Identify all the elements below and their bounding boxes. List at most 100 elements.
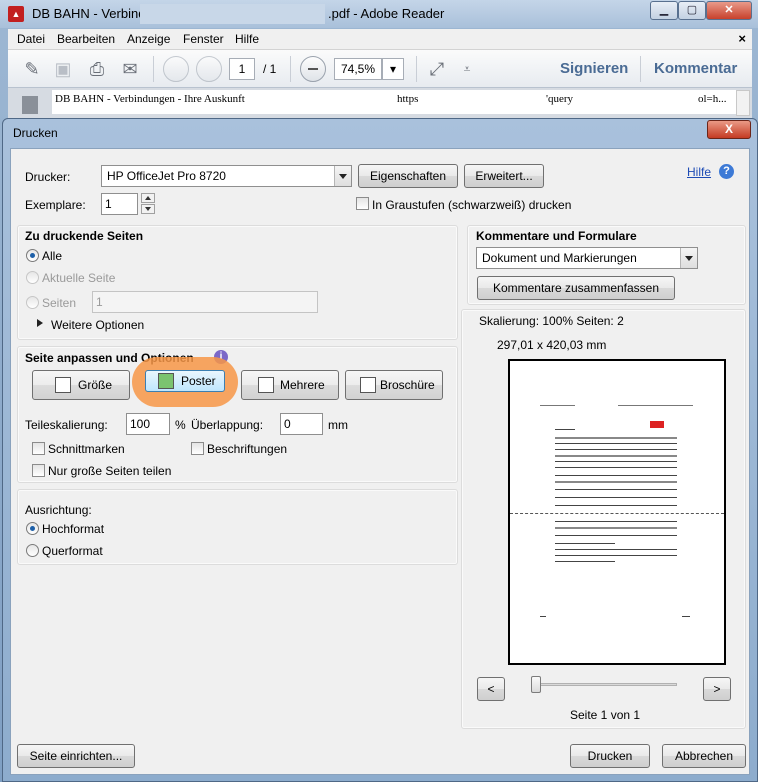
grayscale-label: In Graustufen (schwarzweiß) drucken	[372, 198, 572, 212]
zoom-dropdown-icon[interactable]: ▾	[382, 58, 404, 80]
comments-select[interactable]: Dokument und Markierungen	[476, 247, 698, 269]
expand-triangle-icon[interactable]	[37, 319, 43, 327]
current-page-radio[interactable]	[26, 271, 39, 284]
large-pages-checkbox[interactable]	[32, 464, 45, 477]
preview-line	[555, 521, 677, 522]
multiple-mode-button[interactable]: Mehrere	[241, 370, 339, 400]
summarize-comments-button[interactable]: Kommentare zusammenfassen	[477, 276, 675, 300]
copies-input[interactable]: 1	[101, 193, 138, 215]
properties-button[interactable]: Eigenschaften	[358, 164, 458, 188]
sign-button[interactable]: Signieren	[560, 60, 628, 77]
print-dialog: Drucken X Drucker: HP OfficeJet Pro 8720…	[2, 118, 758, 782]
tile-scale-input[interactable]: 100	[126, 413, 170, 435]
preview-page	[508, 359, 726, 665]
poster-cut-line	[510, 513, 724, 514]
page-range-radio[interactable]	[26, 296, 39, 309]
preview-page-info: Seite 1 von 1	[570, 708, 641, 722]
chevron-down-icon	[334, 166, 351, 186]
menu-bearbeiten[interactable]: Bearbeiten	[57, 32, 115, 46]
pdf-icon: ▲	[8, 6, 24, 22]
copies-down-icon[interactable]	[141, 204, 155, 214]
cancel-button[interactable]: Abbrechen	[662, 744, 746, 768]
poster-mode-button[interactable]: Poster	[145, 370, 225, 392]
preview-line	[555, 449, 677, 450]
toolbar-separator	[416, 56, 417, 82]
page-down-icon[interactable]	[196, 56, 222, 82]
preview-line	[555, 543, 615, 544]
labels-checkbox[interactable]	[191, 442, 204, 455]
booklet-mode-button[interactable]: Broschüre	[345, 370, 443, 400]
menu-datei[interactable]: Datei	[17, 32, 45, 46]
preview-line	[555, 429, 575, 430]
email-icon[interactable]: ✉	[118, 57, 142, 81]
copies-up-icon[interactable]	[141, 193, 155, 203]
preview-line	[555, 549, 677, 550]
toolbar: ✎ ▣ ⎙ ✉ 1 / 1 74,5% ▾ ⤢ ⩡ Signieren Komm…	[8, 50, 752, 88]
maximize-button[interactable]: ▢	[678, 1, 706, 20]
redacted-area	[140, 4, 325, 24]
db-logo	[650, 421, 664, 428]
help-link[interactable]: Hilfe	[687, 165, 711, 179]
multiple-icon	[258, 377, 274, 393]
menu-fenster[interactable]: Fenster	[183, 32, 224, 46]
document-close-icon[interactable]: ×	[738, 31, 746, 46]
window-close-button[interactable]: ✕	[706, 1, 752, 20]
labels-label: Beschriftungen	[207, 442, 288, 456]
print-icon[interactable]: ⎙	[85, 57, 109, 81]
preview-line	[540, 616, 546, 617]
comment-button[interactable]: Kommentar	[654, 60, 737, 77]
cut-marks-checkbox[interactable]	[32, 442, 45, 455]
copies-label: Exemplare:	[25, 198, 86, 212]
document-page: DB BAHN - Verbindungen - Ihre Auskunft h…	[52, 90, 738, 114]
preview-line	[555, 555, 677, 556]
grayscale-checkbox[interactable]	[356, 197, 369, 210]
printer-select[interactable]: HP OfficeJet Pro 8720	[101, 165, 352, 187]
doc-header-middle: https	[397, 93, 419, 105]
zoom-out-icon[interactable]	[300, 56, 326, 82]
zoom-input[interactable]: 74,5%	[334, 58, 382, 80]
size-mode-button[interactable]: Größe	[32, 370, 130, 400]
page-number-input[interactable]: 1	[229, 58, 255, 80]
advanced-button[interactable]: Erweitert...	[464, 164, 544, 188]
page-range-input[interactable]: 1	[92, 291, 318, 313]
landscape-radio[interactable]	[26, 544, 39, 557]
more-options-label[interactable]: Weitere Optionen	[51, 318, 144, 332]
save-icon[interactable]: ▣	[51, 57, 75, 81]
menu-hilfe[interactable]: Hilfe	[235, 32, 259, 46]
preview-line	[555, 443, 677, 444]
printer-label: Drucker:	[25, 170, 71, 184]
preview-next-button[interactable]: >	[703, 677, 731, 701]
page-up-icon[interactable]	[163, 56, 189, 82]
size-mode-label: Größe	[78, 378, 113, 392]
all-pages-radio[interactable]	[26, 249, 39, 262]
comments-title: Kommentare und Formulare	[476, 229, 637, 243]
edit-icon[interactable]: ✎	[20, 57, 44, 81]
fit-page-icon[interactable]: ⤢	[425, 57, 449, 81]
document-view: DB BAHN - Verbindungen - Ihre Auskunft h…	[8, 88, 752, 118]
preview-slider-track[interactable]	[531, 683, 677, 686]
preview-slider-thumb[interactable]	[531, 676, 541, 693]
menu-anzeige[interactable]: Anzeige	[127, 32, 170, 46]
preview-prev-button[interactable]: <	[477, 677, 505, 701]
overlap-input[interactable]: 0	[280, 413, 323, 435]
preview-line	[555, 437, 677, 439]
doc-header-left: DB BAHN - Verbindungen - Ihre Auskunft	[55, 93, 245, 105]
print-button[interactable]: Drucken	[570, 744, 650, 768]
preview-line	[555, 475, 677, 476]
minimize-button[interactable]: ▁	[650, 1, 678, 20]
scrollbar[interactable]	[736, 90, 750, 116]
preview-line	[555, 527, 677, 529]
dialog-close-button[interactable]: X	[707, 120, 751, 139]
all-pages-label: Alle	[42, 249, 63, 263]
preview-line	[555, 489, 677, 490]
portrait-radio[interactable]	[26, 522, 39, 535]
poster-icon	[158, 373, 174, 389]
dialog-title: Drucken	[13, 126, 58, 140]
preview-line	[555, 561, 615, 562]
page-setup-button[interactable]: Seite einrichten...	[17, 744, 135, 768]
help-icon[interactable]: ?	[719, 164, 734, 179]
pages-panel-icon[interactable]	[22, 96, 38, 114]
portrait-label: Hochformat	[42, 522, 105, 536]
app-title-suffix: .pdf - Adobe Reader	[328, 6, 445, 21]
toolbar-overflow-icon[interactable]: ⩡	[455, 57, 479, 81]
